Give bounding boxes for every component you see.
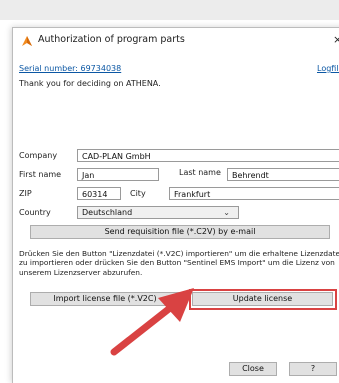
red-arrow-icon [110, 288, 194, 356]
background-area [0, 0, 339, 20]
last-name-field[interactable]: Behrendt [227, 168, 339, 181]
company-label: Company [19, 151, 58, 160]
help-button[interactable]: ? [289, 362, 337, 376]
city-field[interactable]: Frankfurt [169, 187, 339, 200]
update-license-highlight [189, 289, 337, 310]
country-value: Deutschland [82, 208, 133, 217]
serial-number-link[interactable]: Serial number: 69734038 [19, 64, 121, 73]
zip-field[interactable]: 60314 [77, 187, 121, 200]
last-name-label: Last name [179, 168, 221, 177]
chevron-down-icon: ⌄ [223, 208, 230, 217]
first-name-label: First name [19, 170, 62, 179]
close-window-button[interactable]: × [333, 33, 339, 46]
instructions-text: Drücken Sie den Button "Lizenzdatei (*.V… [19, 249, 339, 277]
zip-label: ZIP [19, 189, 32, 198]
athena-logo-icon [22, 36, 32, 46]
close-button[interactable]: Close [229, 362, 277, 376]
country-label: Country [19, 208, 51, 217]
send-requisition-button[interactable]: Send requisition file (*.C2V) by e-mail [30, 225, 330, 239]
thank-you-text: Thank you for deciding on ATHENA. [19, 79, 161, 88]
company-field[interactable]: CAD-PLAN GmbH [77, 149, 339, 162]
dialog-title: Authorization of program parts [38, 34, 185, 45]
first-name-field[interactable]: Jan [77, 168, 159, 181]
title-bar: Authorization of program parts × [13, 28, 339, 54]
city-label: City [130, 189, 146, 198]
country-select[interactable]: Deutschland ⌄ [77, 206, 239, 219]
logfile-link[interactable]: Logfile [317, 64, 339, 73]
